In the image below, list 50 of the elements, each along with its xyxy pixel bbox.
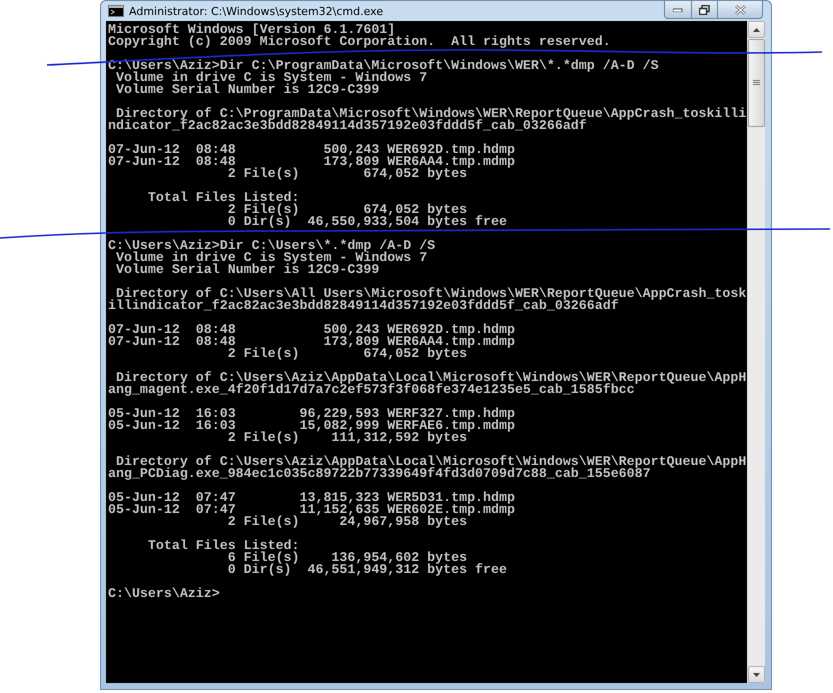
console-line: illindicator_f2ac82ac3e3bdd82849114d357192e03fddd5f_cab_03266adf: [108, 300, 619, 312]
minimize-icon: [673, 8, 683, 12]
console-line: Copyright (c) 2009 Microsoft Corporation. All rights reserved.: [108, 36, 612, 48]
console-line: Microsoft Windows [Version 6.1.7601]: [108, 24, 396, 36]
grip-icon: [753, 80, 760, 86]
console-line: 2 File(s) 111,312,592 bytes: [226, 432, 468, 444]
scroll-thumb[interactable]: [748, 39, 765, 127]
console-icon: [108, 5, 124, 17]
console-line: 0 Dir(s) 46,550,933,504 bytes free: [226, 216, 508, 228]
console-line: 07-Jun-12 08:48 173,809 WER6AA4.tmp.mdmp: [108, 336, 516, 348]
close-button[interactable]: [717, 1, 763, 19]
console-line: 2 File(s) 674,052 bytes: [226, 348, 468, 360]
console-line: Volume Serial Number is 12C9-C399: [114, 264, 380, 276]
console-line: C:\Users\Aziz>: [108, 588, 221, 600]
close-icon: [734, 4, 746, 14]
console-line: 6 File(s) 136,954,602 bytes: [226, 552, 468, 564]
scrollbar[interactable]: [747, 21, 765, 683]
console-line: 07-Jun-12 08:48 500,243 WER692D.tmp.hdmp: [108, 324, 516, 336]
console-line: Total Files Listed:: [146, 192, 301, 204]
restore-icon: [699, 4, 710, 14]
console-line: 05-Jun-12 16:03 15,082,999 WERFAE6.tmp.mdmp: [108, 420, 516, 432]
console-line: 07-Jun-12 08:48 500,243 WER692D.tmp.hdmp: [108, 144, 516, 156]
console-line: 2 File(s) 24,967,958 bytes: [226, 516, 468, 528]
console-line: Volume Serial Number is 12C9-C399: [114, 84, 380, 96]
console-line: 0 Dir(s) 46,551,949,312 bytes free: [226, 564, 508, 576]
console-line: 07-Jun-12 08:48 173,809 WER6AA4.tmp.mdmp: [108, 156, 516, 168]
down-arrow-icon: [753, 672, 760, 676]
console-line: Directory of C:\ProgramData\Microsoft\Windows\WER\ReportQueue\AppCrash_toskilli: [116, 108, 745, 120]
console-line: ang_PCDiag.exe_984ec1c035c89722b77339649f4fd3d0709d7c88_cab_155e6087: [108, 468, 651, 480]
maximize-button[interactable]: [691, 1, 718, 19]
console-line: Total Files Listed:: [146, 540, 301, 552]
console-line: Volume in drive C is System - Windows 7: [114, 252, 428, 264]
console-line: ang_magent.exe_4f20f1d17d7a7c2ef573f3f068fe374e1235e5_cab_1585fbcc: [108, 384, 635, 396]
console-line: 05-Jun-12 16:03 96,229,593 WERF327.tmp.hdmp: [108, 408, 516, 420]
console-line: 2 File(s) 674,052 bytes: [226, 204, 468, 216]
console-line: Directory of C:\Users\Aziz\AppData\Local\Microsoft\Windows\WER\ReportQueue\AppH: [116, 456, 745, 468]
console-line: C:\Users\Aziz>Dir C:\ProgramData\Microsoft\Windows\WER\*.*dmp /A-D /S: [108, 60, 660, 72]
minimize-button[interactable]: [664, 1, 692, 19]
console-line: Directory of C:\Users\Aziz\AppData\Local\Microsoft\Windows\WER\ReportQueue\AppH: [116, 372, 745, 384]
console-line: Volume in drive C is System - Windows 7: [114, 72, 428, 84]
scroll-up-button[interactable]: [748, 21, 765, 38]
console-line: ndicator_f2ac82ac3e3bdd82849114d357192e03fddd5f_cab_03266adf: [108, 120, 587, 132]
window-title: Administrator: C:\Windows\system32\cmd.exe: [129, 4, 384, 18]
scroll-down-button[interactable]: [748, 666, 765, 683]
up-arrow-icon: [753, 28, 760, 32]
console-line: 05-Jun-12 07:47 11,152,635 WER602E.tmp.mdmp: [108, 504, 516, 516]
console-line: Directory of C:\Users\All Users\Microsoft\Windows\WER\ReportQueue\AppCrash_tosk: [116, 288, 745, 300]
console-line: 05-Jun-12 07:47 13,815,323 WER5D31.tmp.hdmp: [108, 492, 516, 504]
console-line: C:\Users\Aziz>Dir C:\Users\*.*dmp /A-D /S: [108, 240, 436, 252]
console-line: 2 File(s) 674,052 bytes: [226, 168, 468, 180]
